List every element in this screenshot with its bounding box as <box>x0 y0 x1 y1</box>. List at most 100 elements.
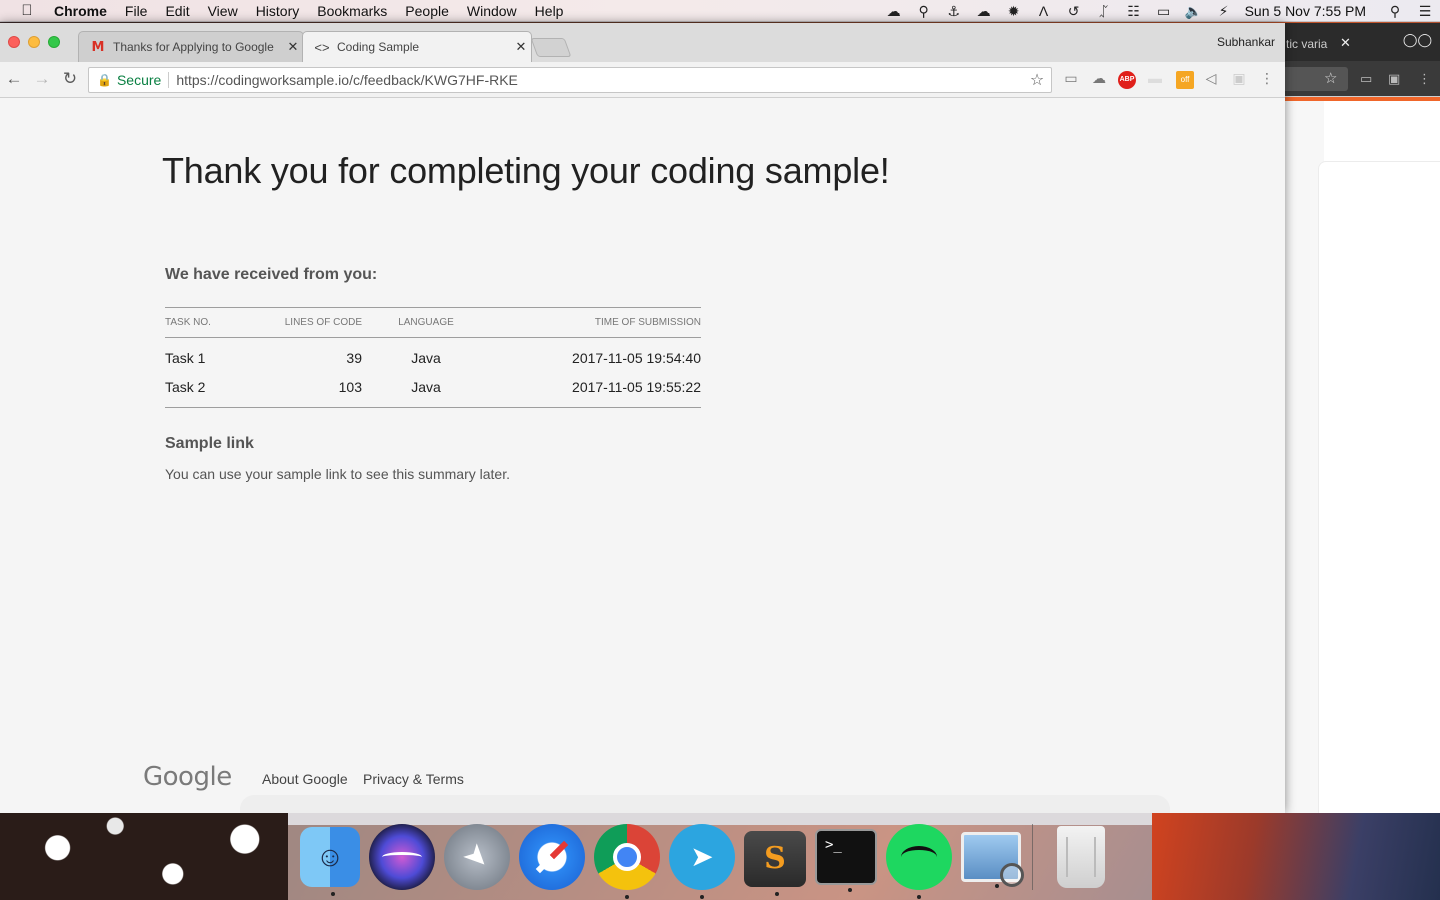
submissions-table: Task No. Lines of code Language Time of … <box>165 307 701 408</box>
chrome-icon[interactable] <box>594 823 660 899</box>
reload-icon[interactable]: ↻ <box>57 69 83 89</box>
spotify-icon[interactable] <box>886 823 952 899</box>
trash-icon[interactable] <box>1057 825 1105 888</box>
minimize-window-button[interactable] <box>28 36 40 48</box>
background-tab-strip: tic varia ✕ ◯◯ <box>1284 23 1440 61</box>
background-tab-title[interactable]: tic varia <box>1286 37 1327 51</box>
battery-icon[interactable]: ⚡ <box>1209 3 1239 20</box>
gmail-icon: M <box>91 39 105 55</box>
siri-icon[interactable] <box>369 823 435 890</box>
spotlight-search-icon[interactable]: ⚲ <box>1380 3 1410 20</box>
creative-cloud-icon[interactable]: ☁ <box>879 3 909 20</box>
url-text[interactable]: https://codingworksample.io/c/feedback/K… <box>176 72 1023 88</box>
received-heading: We have received from you: <box>165 266 378 283</box>
menu-bar:  Chrome File Edit View History Bookmark… <box>0 0 1440 22</box>
code-icon: <> <box>314 39 330 55</box>
background-tab-close-icon[interactable]: ✕ <box>1340 35 1351 51</box>
zoom-window-button[interactable] <box>48 36 60 48</box>
drive-icon[interactable]: ☁ <box>1088 70 1110 87</box>
menu-icon[interactable]: ⋮ <box>1256 70 1278 87</box>
tab-close-icon[interactable]: ✕ <box>511 39 531 55</box>
background-omnibox[interactable] <box>1284 67 1348 91</box>
menu-file[interactable]: File <box>116 3 157 19</box>
notification-center-icon[interactable]: ☰ <box>1410 3 1440 20</box>
page-title: Thank you for completing your coding sam… <box>162 150 890 191</box>
volume-icon[interactable]: 🔈 <box>1179 3 1209 20</box>
airplay-icon[interactable]: ▭ <box>1149 3 1179 20</box>
docker-icon[interactable]: ⚓ <box>939 3 969 20</box>
incognito-icon: ◯◯ <box>1402 32 1432 47</box>
back-arrow-icon[interactable]: ← <box>1 69 27 89</box>
column-header-time: Time of submission <box>490 307 701 338</box>
wifi-icon[interactable]: ☷ <box>1119 3 1149 20</box>
menu-history[interactable]: History <box>247 3 309 19</box>
table-row: Task 2 103 Java 2017-11-05 19:55:22 <box>165 373 701 408</box>
finder-icon[interactable]: ☺ <box>300 826 360 896</box>
square-ext-icon[interactable]: ▣ <box>1228 70 1250 87</box>
task-cell: Task 1 <box>165 350 206 367</box>
tab-title: Coding Sample <box>337 40 420 54</box>
gear-plugin-icon[interactable]: ✹ <box>999 3 1029 20</box>
sublime-text-icon[interactable]: S <box>744 830 806 896</box>
safari-icon[interactable] <box>519 823 585 890</box>
menu-help[interactable]: Help <box>526 3 573 19</box>
menu-view[interactable]: View <box>199 3 247 19</box>
background-toolbar: ☆ ▭ ▣ ⋮ <box>1284 61 1440 97</box>
table-row: Task 1 39 Java 2017-11-05 19:54:40 <box>165 338 701 373</box>
background-page <box>1284 101 1440 821</box>
lines-cell: 103 <box>338 378 362 395</box>
preview-icon[interactable] <box>961 831 1024 888</box>
dock-separator <box>1032 823 1033 890</box>
menu-window[interactable]: Window <box>458 3 526 19</box>
off-extension-icon[interactable]: off <box>1176 71 1194 89</box>
background-menu-icon[interactable]: ⋮ <box>1418 71 1431 87</box>
menu-clock[interactable]: Sun 5 Nov 7:55 PM <box>1239 3 1380 19</box>
column-header-lines: Lines of code <box>265 307 362 338</box>
language-cell: Java <box>411 350 441 367</box>
dock: ☺ ➤ ➤ S >_ <box>288 813 1152 900</box>
airport-utility-icon[interactable]: ⚲ <box>909 3 939 20</box>
close-window-button[interactable] <box>8 36 20 48</box>
hidden-ext-icon[interactable]: ▬ <box>1144 70 1166 86</box>
background-bookmark-star-icon[interactable]: ☆ <box>1324 69 1337 87</box>
about-google-link[interactable]: About Google <box>262 771 348 787</box>
tab-gmail[interactable]: M Thanks for Applying to Google ✕ <box>78 31 304 62</box>
privacy-terms-link[interactable]: Privacy & Terms <box>363 771 464 787</box>
lock-icon[interactable]: 🔒 <box>97 73 112 87</box>
terminal-icon[interactable]: >_ <box>815 828 877 892</box>
cast-icon[interactable]: ▭ <box>1060 70 1082 87</box>
time-cell: 2017-11-05 19:55:22 <box>572 378 701 395</box>
status-area: ☁ ⚲ ⚓ ☁ ✹ Λ ↺ ᛢ ☷ ▭ 🔈 ⚡ Sun 5 Nov 7:55 P… <box>879 0 1440 22</box>
bookmark-star-icon[interactable]: ☆ <box>1023 70 1051 90</box>
new-tab-button[interactable] <box>530 38 572 57</box>
tab-close-icon[interactable]: ✕ <box>283 39 303 55</box>
time-machine-icon[interactable]: ↺ <box>1059 3 1089 20</box>
telegram-icon[interactable]: ➤ <box>669 823 735 899</box>
background-card <box>1318 161 1440 821</box>
menu-chrome[interactable]: Chrome <box>54 3 116 19</box>
background-cast-icon[interactable]: ▭ <box>1360 71 1372 87</box>
cloud-sync-icon[interactable]: ☁ <box>969 3 999 20</box>
launchpad-icon[interactable]: ➤ <box>444 823 510 890</box>
tab-coding-sample[interactable]: <> Coding Sample ✕ <box>302 31 532 62</box>
sample-link-heading: Sample link <box>165 435 254 452</box>
sample-link-note: You can use your sample link to see this… <box>165 466 510 482</box>
adobe-icon[interactable]: Λ <box>1029 3 1059 19</box>
menu-edit[interactable]: Edit <box>156 3 198 19</box>
profile-button[interactable]: Subhankar <box>1217 35 1275 49</box>
desktop-wallpaper <box>1152 813 1440 900</box>
column-header-task: Task No. <box>165 307 265 338</box>
background-chrome-window[interactable]: tic varia ✕ ◯◯ ☆ ▭ ▣ ⋮ <box>1284 23 1440 821</box>
adblock-icon[interactable]: ABP <box>1118 71 1136 89</box>
menu-bookmarks[interactable]: Bookmarks <box>308 3 396 19</box>
background-ext-icon[interactable]: ▣ <box>1388 71 1400 87</box>
bluetooth-icon[interactable]: ᛢ <box>1089 3 1119 19</box>
apple-menu-icon[interactable]:  <box>0 2 54 19</box>
secure-label[interactable]: Secure <box>117 72 161 88</box>
google-logo[interactable]: Google <box>143 762 232 792</box>
forward-arrow-icon[interactable]: → <box>29 69 55 89</box>
tag-icon[interactable]: ◁ <box>1200 70 1222 87</box>
address-bar[interactable]: 🔒 Secure https://codingworksample.io/c/f… <box>88 67 1052 93</box>
column-header-language: Language <box>362 307 490 338</box>
menu-people[interactable]: People <box>396 3 458 19</box>
